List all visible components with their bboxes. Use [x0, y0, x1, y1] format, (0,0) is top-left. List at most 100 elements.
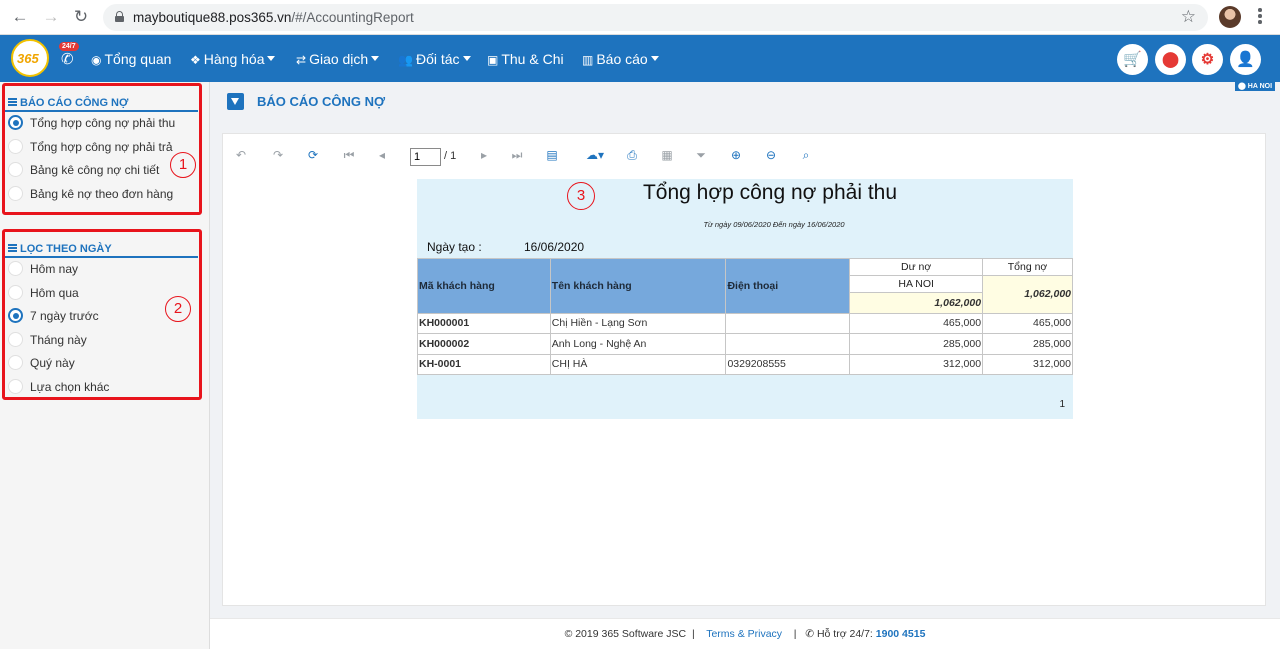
zoom-in-icon[interactable]: ⊕ [728, 147, 744, 163]
page-total: / 1 [444, 150, 457, 162]
table-row: KH000002 Anh Long - Nghệ An 285,000 285,… [417, 333, 1073, 355]
annotation-marker: 2 [165, 296, 191, 322]
radio-button[interactable] [8, 261, 23, 276]
print-icon[interactable]: ⎙ [624, 147, 640, 163]
address-bar[interactable]: mayboutique88.pos365.vn/#/AccountingRepo… [103, 4, 1208, 31]
date-option[interactable]: Hôm nay [5, 258, 199, 282]
user-button[interactable]: 👤 [1230, 44, 1261, 75]
date-option[interactable]: Quý này [5, 352, 199, 376]
export-cloud-icon[interactable]: ☁▾ [581, 147, 609, 163]
bookmark-star-icon[interactable]: ☆ [1181, 7, 1196, 27]
map-pin-icon: ⬤ [1162, 51, 1179, 68]
exchange-icon: ⇄ [296, 53, 307, 67]
filter-icon[interactable] [227, 93, 244, 110]
nav-dashboard[interactable]: ◉ Tổng quan [91, 51, 171, 67]
list-icon [8, 98, 17, 106]
radio-button[interactable] [8, 162, 23, 177]
report-option[interactable]: Tổng hợp công nợ phải thu [5, 112, 199, 136]
report-table: Mã khách hàng Tên khách hàng Điện thoại … [417, 258, 1073, 375]
prev-page-icon[interactable]: ◂ [374, 147, 390, 163]
table-row: KH000001 Chị Hiền - Lạng Sơn 465,000 465… [417, 312, 1073, 334]
radio-button[interactable] [8, 378, 23, 394]
nav-partners[interactable]: 👥 Đối tác [398, 51, 471, 67]
customer-code: KH-0001 [417, 353, 551, 375]
radio-button[interactable] [8, 308, 23, 323]
footer-separator: | [793, 628, 797, 640]
back-arrow-icon[interactable]: ← [11, 8, 29, 26]
report-option[interactable]: Bảng kê nợ theo đơn hàng [5, 183, 199, 207]
redo-icon[interactable]: ↷ [270, 147, 286, 163]
nav-products[interactable]: ❖ Hàng hóa [190, 51, 276, 67]
footer: © 2019 365 Software JSC | Terms & Privac… [210, 618, 1280, 649]
nav-transactions[interactable]: ⇄ Giao dịch [296, 51, 380, 67]
chevron-down-icon [267, 56, 276, 61]
created-date-label: Ngày tạo : [427, 240, 482, 254]
chevron-down-icon [371, 56, 380, 61]
customer-name: Chị Hiền - Lạng Sơn [549, 312, 727, 334]
table-row: KH-0001 CHỊ HÀ 0329208555 312,000 312,00… [417, 353, 1073, 375]
nav-reports[interactable]: ▥ Báo cáo [582, 51, 659, 67]
print-preview-icon[interactable]: ▦ [659, 147, 675, 163]
report-option[interactable]: Tổng hợp công nợ phải trả [5, 136, 199, 160]
page-number-input[interactable] [410, 148, 441, 166]
terms-link[interactable]: Terms & Privacy [706, 628, 782, 640]
nav-cashflow[interactable]: ▣ Thu & Chi [487, 51, 564, 67]
footer-separator: | [691, 628, 695, 640]
support-label: Hỗ trợ 24/7: [816, 628, 873, 640]
radio-button[interactable] [8, 331, 23, 347]
radio-button[interactable] [8, 115, 23, 130]
app-logo[interactable]: 365 [11, 39, 49, 77]
gear-icon: ⚙ [1200, 51, 1215, 68]
lock-icon [115, 11, 124, 22]
filter-icon[interactable]: ⏷ [693, 147, 709, 163]
report-viewer: ↶ ↷ ⟳ ⏮ ◂ / 1 ▸ ⏭ ▤ ☁▾ ⎙ ▦ ⏷ ⊕ ⊖ ⌕ 3 Tổn… [222, 133, 1266, 606]
first-page-icon[interactable]: ⏮ [341, 147, 357, 163]
column-header: Dư nợ [849, 258, 984, 276]
column-header: Điện thoại [725, 258, 851, 314]
profile-avatar[interactable] [1219, 6, 1241, 28]
forward-arrow-icon[interactable]: → [42, 8, 60, 26]
browser-menu-icon[interactable] [1258, 8, 1262, 26]
page-header: BÁO CÁO CÔNG NỢ [210, 82, 1280, 120]
date-option[interactable]: Tháng này [5, 329, 199, 353]
user-icon: 👤 [1236, 51, 1255, 68]
radio-button[interactable] [8, 138, 23, 154]
customer-phone: 0329208555 [725, 353, 851, 375]
sidebar: BÁO CÁO CÔNG NỢ Tổng hợp công nợ phải th… [0, 82, 210, 649]
report-page: 3 Tổng hợp công nợ phải thu Từ ngày 09/0… [417, 179, 1073, 419]
report-type-group: BÁO CÁO CÔNG NỢ Tổng hợp công nợ phải th… [2, 83, 202, 215]
customer-code: KH000002 [417, 333, 551, 355]
bar-chart-icon: ▥ [582, 53, 594, 67]
support-phone-link[interactable]: 1900 4515 [876, 628, 926, 640]
date-filter-title: LỌC THEO NGÀY [5, 232, 198, 258]
debt-value: 285,000 [849, 333, 984, 355]
boxes-icon: ❖ [190, 53, 201, 67]
cart-icon: 🛒 [1123, 51, 1142, 68]
radio-button[interactable] [8, 355, 23, 370]
phone-icon: ✆ [805, 628, 815, 640]
phone-icon[interactable]: ✆ [61, 50, 74, 68]
chevron-down-icon [650, 56, 659, 61]
copyright-text: © 2019 365 Software JSC [564, 628, 687, 640]
next-page-icon[interactable]: ▸ [476, 147, 492, 163]
cart-button[interactable]: 🛒 [1117, 44, 1148, 75]
support-badge: 24/7 [59, 42, 79, 51]
debt-value: 465,000 [849, 312, 984, 334]
search-icon[interactable]: ⌕ [798, 147, 814, 163]
date-option[interactable]: Lựa chọn khác [5, 376, 199, 400]
reload-icon[interactable]: ↻ [72, 8, 90, 26]
report-type-title: BÁO CÁO CÔNG NỢ [5, 86, 198, 112]
location-button[interactable]: ⬤ [1155, 44, 1186, 75]
annotation-marker: 1 [170, 152, 196, 178]
zoom-out-icon[interactable]: ⊖ [763, 147, 779, 163]
document-icon[interactable]: ▤ [544, 147, 560, 163]
money-icon: ▣ [487, 53, 499, 67]
refresh-icon[interactable]: ⟳ [305, 147, 321, 163]
users-icon: 👥 [398, 53, 413, 67]
radio-button[interactable] [8, 284, 23, 300]
viewer-toolbar: ↶ ↷ ⟳ ⏮ ◂ / 1 ▸ ⏭ ▤ ☁▾ ⎙ ▦ ⏷ ⊕ ⊖ ⌕ [223, 134, 1267, 178]
radio-button[interactable] [8, 185, 23, 201]
undo-icon[interactable]: ↶ [233, 147, 249, 163]
last-page-icon[interactable]: ⏭ [509, 147, 525, 163]
settings-button[interactable]: ⚙ [1192, 44, 1223, 75]
